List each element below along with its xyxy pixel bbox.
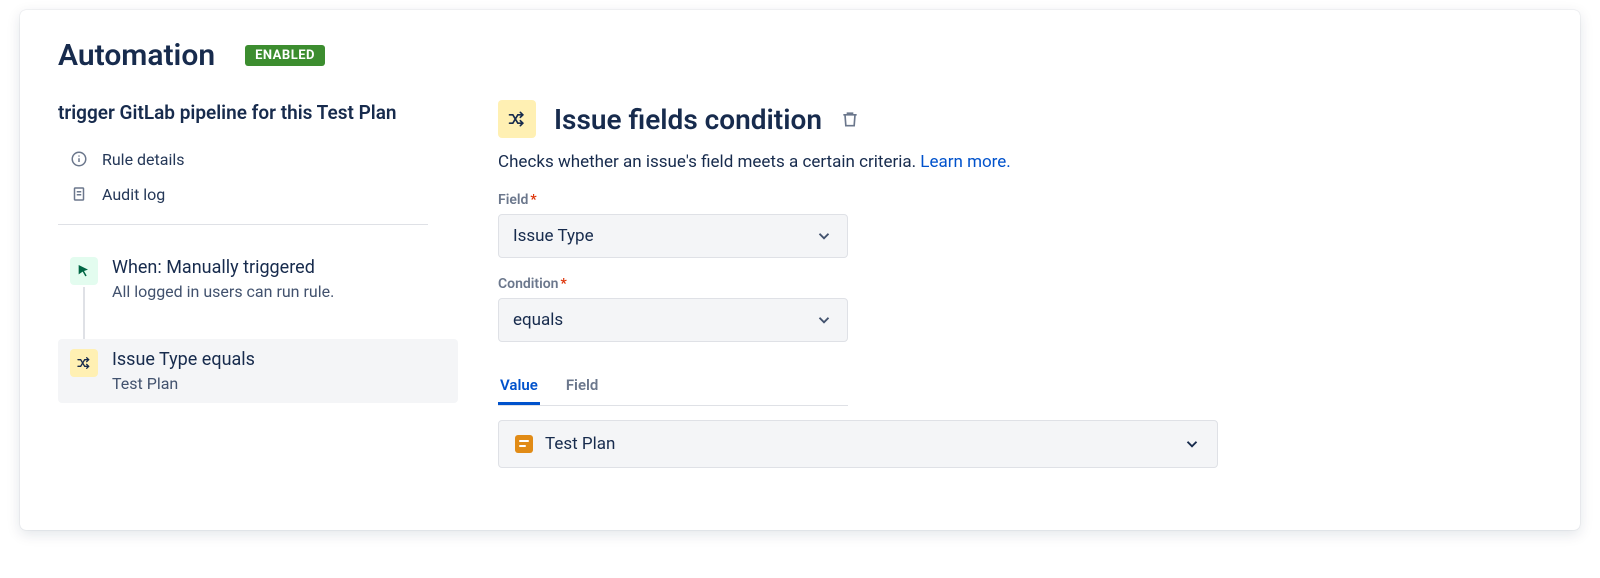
- required-marker: *: [561, 276, 567, 292]
- step-connector: [83, 287, 85, 339]
- field-label-text: Field: [498, 192, 528, 208]
- nav-rule-details[interactable]: Rule details: [58, 142, 458, 177]
- rule-nav: Rule details Audit log: [58, 142, 458, 212]
- value-select-value: Test Plan: [545, 434, 615, 454]
- condition-form: Field* Issue Type Condition* equals: [498, 192, 848, 406]
- step-trigger-title: When: Manually triggered: [112, 257, 334, 278]
- condition-label: Condition*: [498, 276, 848, 292]
- nav-audit-log[interactable]: Audit log: [58, 177, 458, 212]
- required-marker: *: [530, 192, 536, 208]
- tab-value[interactable]: Value: [498, 368, 540, 405]
- step-condition-title: Issue Type equals: [112, 349, 255, 370]
- field-group-condition: Condition* equals: [498, 276, 848, 342]
- test-plan-icon: [515, 435, 533, 453]
- value-tabs-group: Value Field: [498, 360, 848, 406]
- page-title: Automation: [58, 38, 215, 73]
- condition-select-value: equals: [513, 310, 563, 330]
- learn-more-link[interactable]: Learn more.: [920, 152, 1011, 172]
- tab-field[interactable]: Field: [564, 368, 601, 405]
- detail-title: Issue fields condition: [554, 103, 822, 136]
- detail-description: Checks whether an issue's field meets a …: [498, 152, 1542, 172]
- step-trigger[interactable]: When: Manually triggered All logged in u…: [58, 247, 458, 311]
- shuffle-icon: [498, 100, 536, 138]
- chevron-down-icon: [815, 227, 833, 245]
- rule-sidebar: Automation ENABLED trigger GitLab pipeli…: [58, 38, 458, 530]
- field-select[interactable]: Issue Type: [498, 214, 848, 258]
- nav-audit-log-label: Audit log: [102, 185, 165, 204]
- chevron-down-icon: [1183, 435, 1201, 453]
- step-trigger-subtitle: All logged in users can run rule.: [112, 282, 334, 301]
- delete-button[interactable]: [840, 109, 860, 129]
- chevron-down-icon: [815, 311, 833, 329]
- field-select-value: Issue Type: [513, 226, 594, 246]
- value-select[interactable]: Test Plan: [498, 420, 1218, 468]
- detail-panel: Issue fields condition Checks whether an…: [498, 38, 1542, 530]
- status-badge: ENABLED: [245, 45, 325, 66]
- rule-steps: When: Manually triggered All logged in u…: [58, 247, 458, 431]
- value-tabs: Value Field: [498, 368, 848, 406]
- detail-description-text: Checks whether an issue's field meets a …: [498, 152, 916, 172]
- trash-icon: [840, 109, 860, 129]
- field-label: Field*: [498, 192, 848, 208]
- condition-label-text: Condition: [498, 276, 559, 292]
- detail-header: Issue fields condition: [498, 100, 1542, 138]
- rule-name: trigger GitLab pipeline for this Test Pl…: [58, 101, 418, 126]
- header-row: Automation ENABLED: [58, 38, 458, 73]
- cursor-icon: [70, 257, 98, 285]
- document-icon: [70, 185, 88, 203]
- step-condition[interactable]: Issue Type equals Test Plan: [58, 339, 458, 403]
- divider: [58, 224, 428, 225]
- condition-select[interactable]: equals: [498, 298, 848, 342]
- shuffle-icon: [70, 349, 98, 377]
- nav-rule-details-label: Rule details: [102, 150, 185, 169]
- step-condition-subtitle: Test Plan: [112, 374, 255, 393]
- info-icon: [70, 150, 88, 168]
- field-group-field: Field* Issue Type: [498, 192, 848, 258]
